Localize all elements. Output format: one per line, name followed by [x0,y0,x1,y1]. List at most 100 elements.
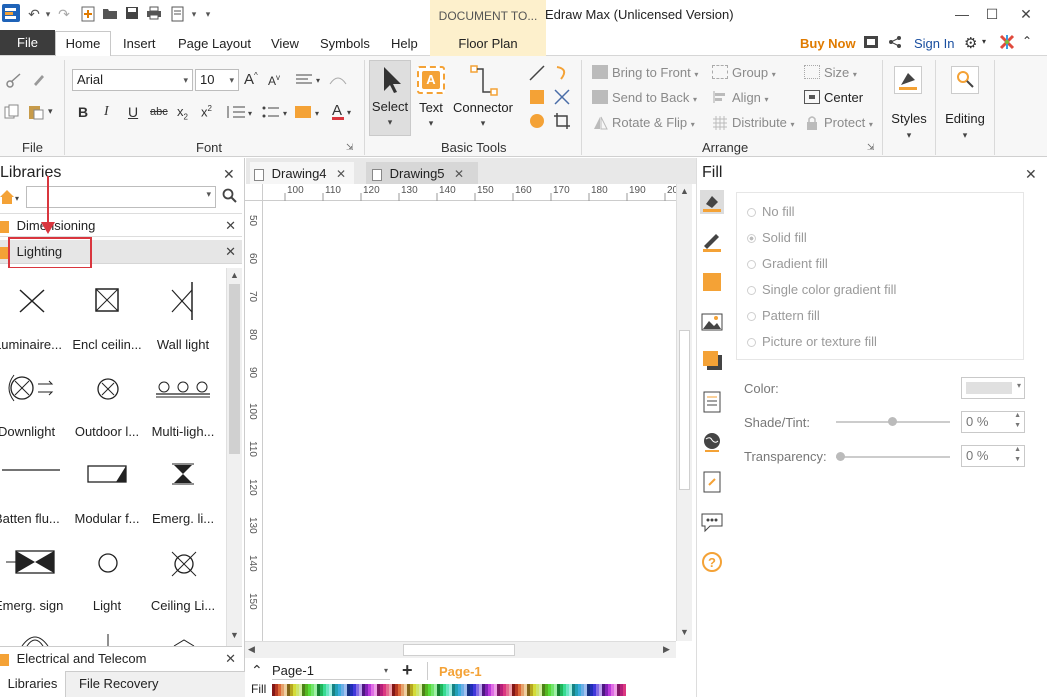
align-button[interactable]: Align ▾ [732,90,769,105]
outdoor-light-shape-icon[interactable] [95,376,121,402]
batten-fluorescent-shape-icon[interactable] [0,464,62,476]
print-icon[interactable] [146,6,162,22]
text-curve-icon[interactable] [328,72,356,88]
decrease-font-icon[interactable]: Av [268,73,280,88]
fill-option-solid-fill[interactable]: Solid fill [747,230,807,245]
export-icon[interactable] [170,6,186,22]
rotate-flip-button[interactable]: Rotate & Flip ▾ [612,115,695,130]
format-painter-icon[interactable] [30,72,46,88]
close-tab-icon[interactable]: ✕ [336,162,346,186]
settings-dropdown-icon[interactable]: ▾ [982,37,986,46]
emergency-light-shape-icon[interactable] [170,462,196,486]
page-navigation-up-icon[interactable]: ⌃ [251,662,263,679]
group-button[interactable]: Group ▾ [732,65,776,80]
scroll-left-icon[interactable]: ◀ [248,644,255,655]
light-shape-icon[interactable] [97,552,119,574]
document-tools-tab[interactable]: DOCUMENT TO... [430,0,546,30]
tab-file-recovery[interactable]: File Recovery [79,671,158,697]
open-folder-icon[interactable] [102,6,118,22]
send-to-back-button[interactable]: Send to Back ▾ [612,90,697,105]
tab-libraries[interactable]: Libraries [0,671,66,697]
distribute-button[interactable]: Distribute ▾ [732,115,795,130]
color-picker[interactable]: ▾ [961,377,1025,399]
tab-page-layout[interactable]: Page Layout [178,30,251,56]
size-button[interactable]: Size ▾ [824,65,857,80]
canvas-vertical-scrollbar[interactable]: ▲ ▼ [676,184,692,641]
close-libraries-icon[interactable]: ✕ [223,166,235,183]
tab-home[interactable]: Home [55,31,111,56]
copy-icon[interactable] [4,104,20,120]
minimize-icon[interactable]: — [948,4,976,24]
drawing-canvas[interactable] [263,201,676,641]
line-style-icon[interactable] [700,230,724,254]
page-select[interactable]: Page-1 ▾ [272,662,390,680]
close-category-icon[interactable]: ✕ [225,647,236,671]
line-tool-icon[interactable] [528,64,546,82]
fill-option-picture-texture[interactable]: Picture or texture fill [747,334,877,349]
scroll-up-icon[interactable]: ▲ [680,186,689,196]
save-icon[interactable] [124,6,140,22]
document-tab-drawing5[interactable]: Drawing5 ✕ [366,162,478,186]
tab-help[interactable]: Help [391,30,418,56]
hyperlink-globe-icon[interactable] [700,430,724,454]
arrange-dialog-launcher-icon[interactable]: ⇲ [867,142,875,153]
close-category-icon[interactable]: ✕ [225,214,236,238]
shape-color-icon[interactable] [700,270,724,294]
connector-tool-button[interactable]: Connector ▾ [451,60,515,136]
bullet-list-icon[interactable]: ▾ [261,104,291,120]
close-fill-panel-icon[interactable]: ✕ [1025,166,1037,183]
underline-icon[interactable]: U [128,104,138,120]
scroll-thumb[interactable] [229,284,240,454]
strikethrough-icon[interactable]: abc [150,106,168,118]
tab-symbols[interactable]: Symbols [320,30,370,56]
library-category-dimensioning[interactable]: Dimensioning ✕ [0,213,242,237]
pen-tool-icon[interactable] [553,88,571,106]
font-name-select[interactable]: Arial ▾ [72,69,193,91]
image-icon[interactable] [700,310,724,334]
subscript-icon[interactable]: x2 [177,104,188,122]
ellipse-tool-icon[interactable] [528,112,546,130]
library-home-icon[interactable]: ▾ [0,186,24,208]
buy-now-link[interactable]: Buy Now [800,30,856,56]
bring-to-front-button[interactable]: Bring to Front ▾ [612,65,698,80]
font-size-select[interactable]: 10 ▾ [195,69,239,91]
fill-option-pattern-fill[interactable]: Pattern fill [747,308,820,323]
text-alignment-icon[interactable]: ▾ [294,72,324,88]
fill-tool-icon[interactable] [700,190,724,214]
shade-tint-input[interactable]: 0 % ▲ ▼ [961,411,1025,433]
styles-button[interactable]: Styles ▾ [886,62,932,146]
arc-tool-icon[interactable] [553,64,571,82]
transparency-input[interactable]: 0 % ▲ ▼ [961,445,1025,467]
comment-icon[interactable] [700,510,724,534]
customize-toolbar-icon[interactable]: ▾ [200,6,216,22]
close-window-icon[interactable]: ✕ [1012,4,1040,24]
text-tool-button[interactable]: A Text ▾ [414,60,448,136]
page-tab[interactable]: Page-1 [439,664,482,679]
close-tab-icon[interactable]: ✕ [454,162,464,186]
downlight-shape-icon[interactable] [6,371,58,405]
paste-dropdown-icon[interactable]: ▾ [48,106,53,117]
text-highlight-icon[interactable]: ▾ [294,104,324,120]
help-icon[interactable]: ? [700,550,724,574]
new-document-icon[interactable] [80,6,96,22]
cut-icon[interactable] [6,72,22,88]
document-tab-drawing4[interactable]: Drawing4 ✕ [250,162,354,186]
shadow-icon[interactable] [700,348,724,372]
settings-gear-icon[interactable]: ⚙ [964,34,977,52]
multi-light-shape-icon[interactable] [155,376,211,400]
ceiling-light-shape-icon[interactable] [170,550,198,578]
scroll-down-icon[interactable]: ▼ [230,630,239,640]
italic-icon[interactable]: I [104,104,109,120]
scroll-down-icon[interactable]: ▼ [680,627,689,637]
bold-icon[interactable]: B [78,104,88,120]
editing-button[interactable]: Editing ▾ [938,62,992,146]
file-menu[interactable]: File [0,30,55,55]
color-swatches[interactable] [272,684,628,696]
center-button[interactable]: Center [824,90,863,105]
cart-icon[interactable] [863,35,879,49]
scroll-up-icon[interactable]: ▲ [230,270,239,280]
library-search-input[interactable]: ▾ [26,186,216,208]
scroll-right-icon[interactable]: ▶ [663,644,670,655]
scroll-thumb[interactable] [679,330,690,490]
fill-option-gradient-fill[interactable]: Gradient fill [747,256,828,271]
